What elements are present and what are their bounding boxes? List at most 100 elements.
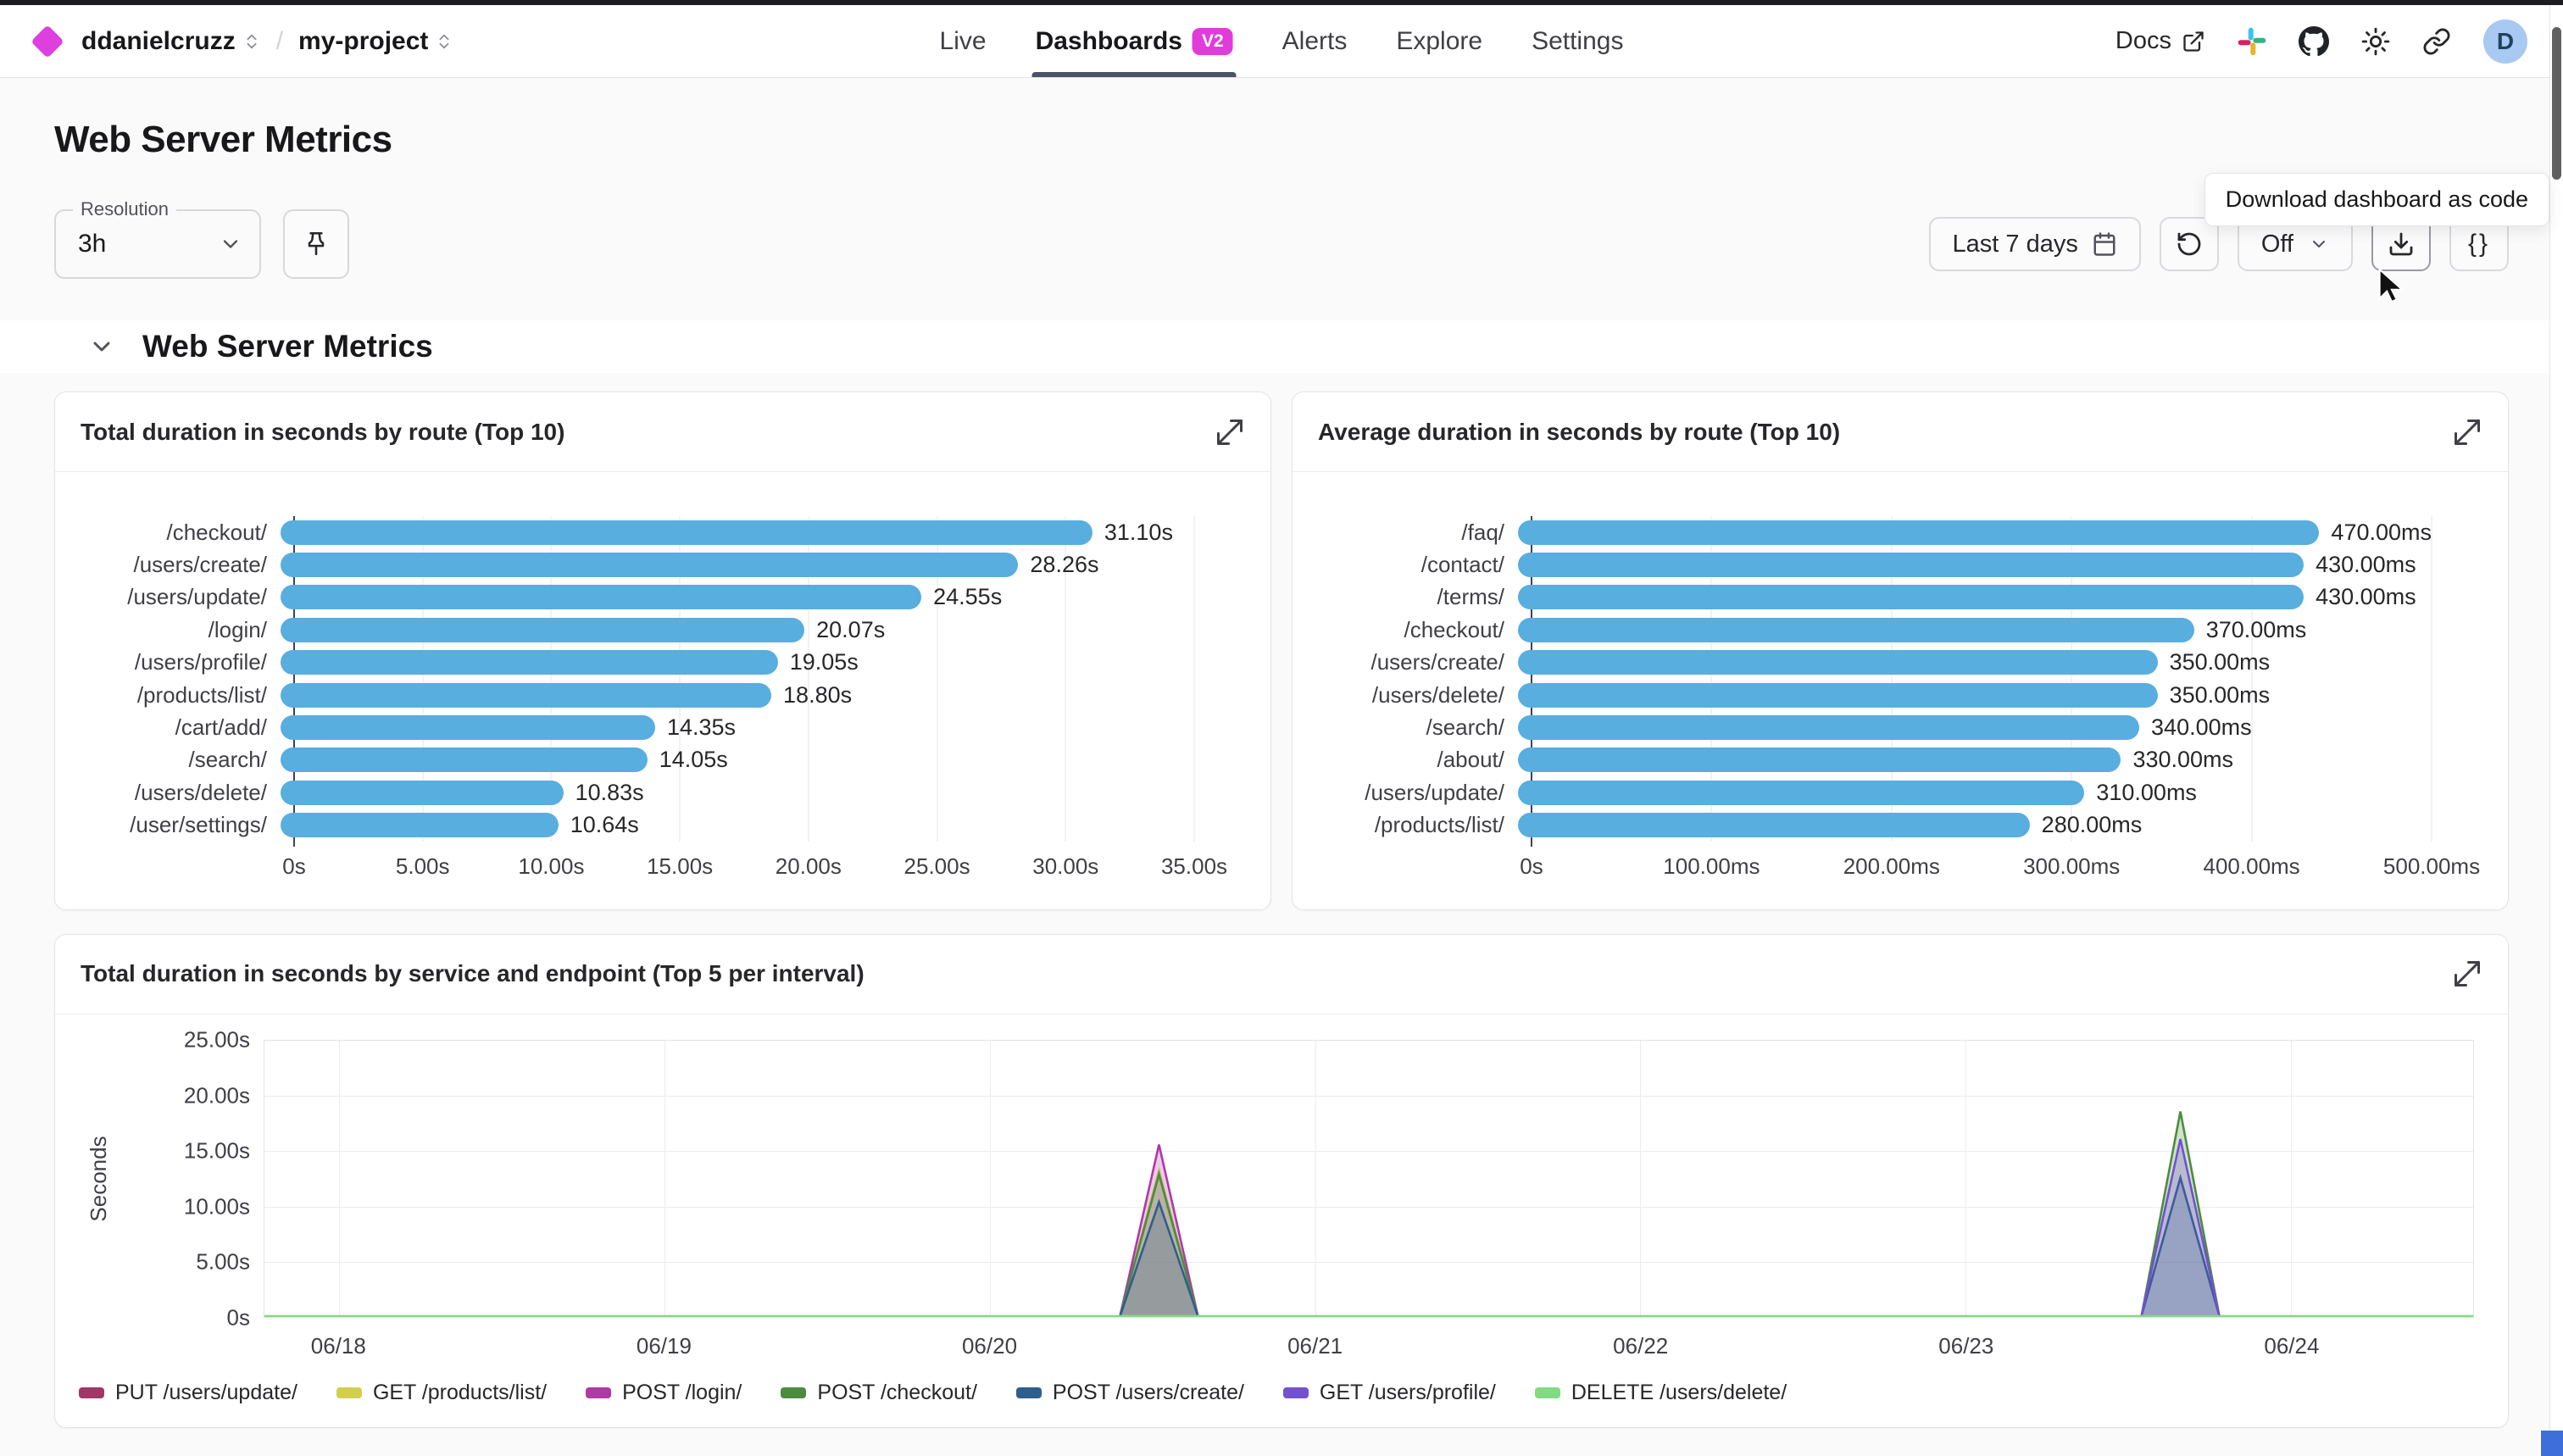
bar-row: /search/14.05s <box>75 744 1237 776</box>
legend-item[interactable]: PUT /users/update/ <box>79 1381 297 1405</box>
tab-settings[interactable]: Settings <box>1532 5 1623 77</box>
x-axis-tick-label: 100.00ms <box>1663 853 1760 880</box>
bar-track: 350.00ms <box>1518 649 2432 675</box>
pin-toolbar-button[interactable] <box>283 209 349 279</box>
bar-row: /users/create/28.26s <box>75 548 1237 581</box>
chart-legend: PUT /users/update/GET /products/list/POS… <box>75 1381 2474 1405</box>
legend-swatch <box>586 1387 611 1398</box>
org-selector[interactable]: ddanielcruzz <box>81 27 261 56</box>
tab-explore[interactable]: Explore <box>1396 5 1482 77</box>
resolution-select[interactable]: Resolution 3h <box>54 209 261 279</box>
area-chart-canvas[interactable] <box>264 1041 2473 1317</box>
legend-item[interactable]: DELETE /users/delete/ <box>1535 1381 1787 1405</box>
bar[interactable] <box>1518 553 2304 577</box>
bar[interactable] <box>1518 520 2319 545</box>
bar[interactable] <box>1518 813 2030 837</box>
page-title: Web Server Metrics <box>54 119 2509 161</box>
project-name: my-project <box>298 27 428 56</box>
bar-category-label: /users/update/ <box>75 584 281 610</box>
pin-icon <box>302 230 331 258</box>
external-link-icon <box>2182 30 2205 53</box>
brand-logo-icon[interactable] <box>31 25 64 58</box>
bar[interactable] <box>1518 781 2084 805</box>
area-series-line[interactable] <box>264 1144 2473 1316</box>
expand-panel-button[interactable] <box>2452 959 2482 989</box>
project-selector[interactable]: my-project <box>298 27 453 56</box>
bar-value-label: 20.07s <box>816 617 885 643</box>
bar[interactable] <box>281 715 655 740</box>
bar[interactable] <box>1518 683 2158 708</box>
bar[interactable] <box>281 650 778 675</box>
scrollbar-thumb[interactable] <box>2552 27 2561 180</box>
bar[interactable] <box>1518 715 2139 740</box>
legend-swatch <box>781 1387 806 1398</box>
bar-row: /users/delete/350.00ms <box>1313 679 2474 711</box>
bar[interactable] <box>281 618 804 642</box>
github-button[interactable] <box>2299 26 2329 57</box>
bar-value-label: 430.00ms <box>2316 584 2416 610</box>
time-range-label: Last 7 days <box>1953 231 2078 258</box>
slack-button[interactable] <box>2238 27 2266 56</box>
x-axis-tick-label: 5.00s <box>396 853 450 880</box>
bar-row: /users/profile/19.05s <box>75 647 1237 679</box>
panel-total-duration-by-route: Total duration in seconds by route (Top … <box>54 392 1271 910</box>
bar[interactable] <box>281 553 1018 577</box>
bar-value-label: 10.83s <box>575 780 644 806</box>
legend-item[interactable]: POST /login/ <box>586 1381 742 1405</box>
expand-panel-button[interactable] <box>2452 417 2482 447</box>
bar-value-label: 350.00ms <box>2170 649 2271 675</box>
bar[interactable] <box>281 781 564 805</box>
time-range-button[interactable]: Last 7 days <box>1929 217 2141 271</box>
bar[interactable] <box>281 585 921 609</box>
x-axis-tick-label: 30.00s <box>1032 853 1098 880</box>
legend-item[interactable]: GET /products/list/ <box>336 1381 547 1405</box>
area-series-line[interactable] <box>264 1178 2473 1317</box>
bar[interactable] <box>1518 618 2194 642</box>
bar-value-label: 430.00ms <box>2316 552 2416 578</box>
area-series-line[interactable] <box>264 1171 2473 1316</box>
dashboard-group-header[interactable]: Web Server Metrics <box>0 320 2563 373</box>
bar-track: 14.05s <box>281 747 1194 773</box>
collapse-section-icon[interactable] <box>88 333 115 360</box>
chevron-updown-icon <box>242 32 261 51</box>
bar-category-label: /search/ <box>75 747 281 773</box>
tab-live[interactable]: Live <box>940 5 987 77</box>
docs-link[interactable]: Docs <box>2115 27 2205 55</box>
bar-category-label: /users/profile/ <box>75 649 281 675</box>
x-axis-tick-label: 06/23 <box>1938 1333 1993 1359</box>
area-series-line[interactable] <box>264 1111 2473 1316</box>
panel-title: Total duration in seconds by route (Top … <box>81 419 564 446</box>
bar-value-label: 350.00ms <box>2170 682 2271 709</box>
share-link-button[interactable] <box>2422 27 2451 56</box>
bar-row: /about/330.00ms <box>1313 744 2474 776</box>
bar-row: /users/update/24.55s <box>75 581 1237 614</box>
bar[interactable] <box>281 747 648 772</box>
bar[interactable] <box>1518 747 2121 772</box>
legend-item[interactable]: POST /checkout/ <box>781 1381 977 1405</box>
bar[interactable] <box>281 813 559 837</box>
theme-toggle-button[interactable] <box>2361 27 2390 56</box>
bar-row: /products/list/280.00ms <box>1313 809 2474 842</box>
bar-track: 310.00ms <box>1518 780 2432 806</box>
bar-category-label: /users/delete/ <box>1313 682 1518 709</box>
area-series-fill <box>264 1171 2473 1317</box>
y-axis-tick-label: 5.00s <box>196 1249 250 1275</box>
tab-dashboards[interactable]: Dashboards V2 <box>1036 5 1233 77</box>
area-series-line[interactable] <box>264 1139 2473 1316</box>
bar-category-label: /users/delete/ <box>75 780 281 806</box>
bar-track: 350.00ms <box>1518 682 2432 709</box>
bar[interactable] <box>1518 585 2304 609</box>
legend-item[interactable]: GET /users/profile/ <box>1283 1381 1496 1405</box>
user-avatar[interactable]: D <box>2483 19 2527 64</box>
bar[interactable] <box>281 520 1092 545</box>
expand-panel-button[interactable] <box>1215 417 1245 447</box>
y-axis-title: Seconds <box>87 1094 109 1264</box>
bar[interactable] <box>281 683 771 708</box>
legend-item[interactable]: POST /users/create/ <box>1016 1381 1244 1405</box>
bar-value-label: 310.00ms <box>2096 780 2197 806</box>
bar-category-label: /checkout/ <box>75 520 281 546</box>
x-axis-tick-label: 200.00ms <box>1843 853 1940 880</box>
x-axis-tick-label: 500.00ms <box>2383 853 2480 880</box>
bar[interactable] <box>1518 650 2158 675</box>
tab-alerts[interactable]: Alerts <box>1282 5 1348 77</box>
